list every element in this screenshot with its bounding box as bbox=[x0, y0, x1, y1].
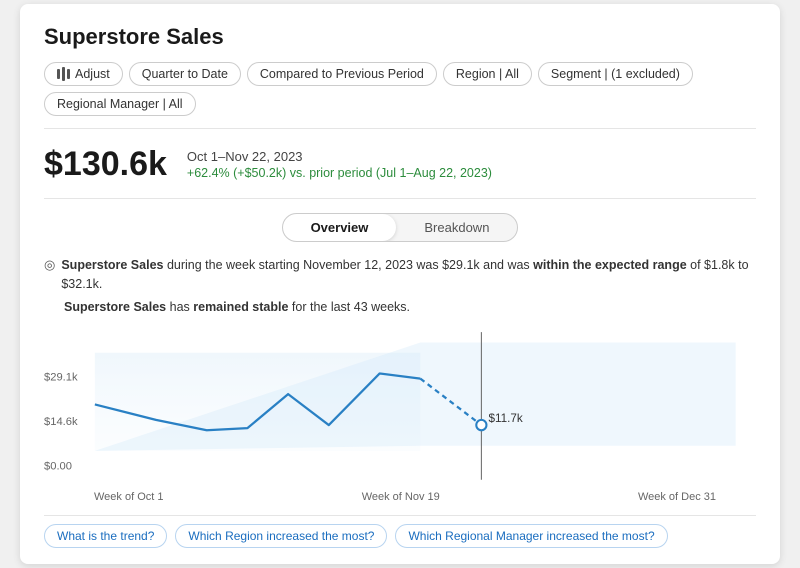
metric-value: $130.6k bbox=[44, 145, 167, 184]
x-label-nov: Week of Nov 19 bbox=[362, 491, 440, 503]
tab-breakdown[interactable]: Breakdown bbox=[396, 214, 517, 241]
tab-row: Overview Breakdown bbox=[44, 213, 756, 242]
insight-main: ◎ Superstore Sales during the week start… bbox=[44, 256, 756, 294]
svg-text:$0.00: $0.00 bbox=[44, 460, 72, 472]
tab-overview[interactable]: Overview bbox=[283, 214, 397, 241]
main-card: Superstore Sales Adjust Quarter to Date … bbox=[20, 4, 780, 563]
svg-text:$11.7k: $11.7k bbox=[488, 412, 522, 425]
chart-svg: $29.1k $14.6k $0.00 $11.7k bbox=[44, 327, 756, 487]
quick-links: What is the trend? Which Region increase… bbox=[44, 515, 756, 548]
insight-main-text: Superstore Sales during the week startin… bbox=[61, 256, 756, 294]
quarter-filter[interactable]: Quarter to Date bbox=[129, 62, 241, 86]
metric-change: +62.4% (+$50.2k) vs. prior period (Jul 1… bbox=[187, 166, 492, 180]
insight-section: ◎ Superstore Sales during the week start… bbox=[44, 256, 756, 316]
adjust-button[interactable]: Adjust bbox=[44, 62, 123, 86]
regional-manager-filter[interactable]: Regional Manager | All bbox=[44, 92, 196, 116]
metric-details: Oct 1–Nov 22, 2023 +62.4% (+$50.2k) vs. … bbox=[187, 145, 492, 180]
compared-filter[interactable]: Compared to Previous Period bbox=[247, 62, 437, 86]
page-title: Superstore Sales bbox=[44, 24, 756, 50]
tab-group: Overview Breakdown bbox=[282, 213, 519, 242]
insight-icon: ◎ bbox=[44, 257, 55, 273]
quick-link-region[interactable]: Which Region increased the most? bbox=[175, 524, 387, 548]
x-axis-labels: Week of Oct 1 Week of Nov 19 Week of Dec… bbox=[44, 491, 756, 503]
svg-text:$29.1k: $29.1k bbox=[44, 371, 78, 383]
insight-stable-text: Superstore Sales has remained stable for… bbox=[64, 298, 756, 317]
svg-text:$14.6k: $14.6k bbox=[44, 416, 78, 428]
x-label-oct: Week of Oct 1 bbox=[94, 491, 164, 503]
quick-link-trend[interactable]: What is the trend? bbox=[44, 524, 167, 548]
metric-period: Oct 1–Nov 22, 2023 bbox=[187, 149, 492, 164]
adjust-icon bbox=[57, 67, 70, 81]
quick-link-manager[interactable]: Which Regional Manager increased the mos… bbox=[395, 524, 667, 548]
segment-filter[interactable]: Segment | (1 excluded) bbox=[538, 62, 693, 86]
filter-bar: Adjust Quarter to Date Compared to Previ… bbox=[44, 62, 756, 129]
metric-section: $130.6k Oct 1–Nov 22, 2023 +62.4% (+$50.… bbox=[44, 145, 756, 199]
x-label-dec: Week of Dec 31 bbox=[638, 491, 716, 503]
chart-area: $29.1k $14.6k $0.00 $11.7k bbox=[44, 327, 756, 487]
region-filter[interactable]: Region | All bbox=[443, 62, 532, 86]
